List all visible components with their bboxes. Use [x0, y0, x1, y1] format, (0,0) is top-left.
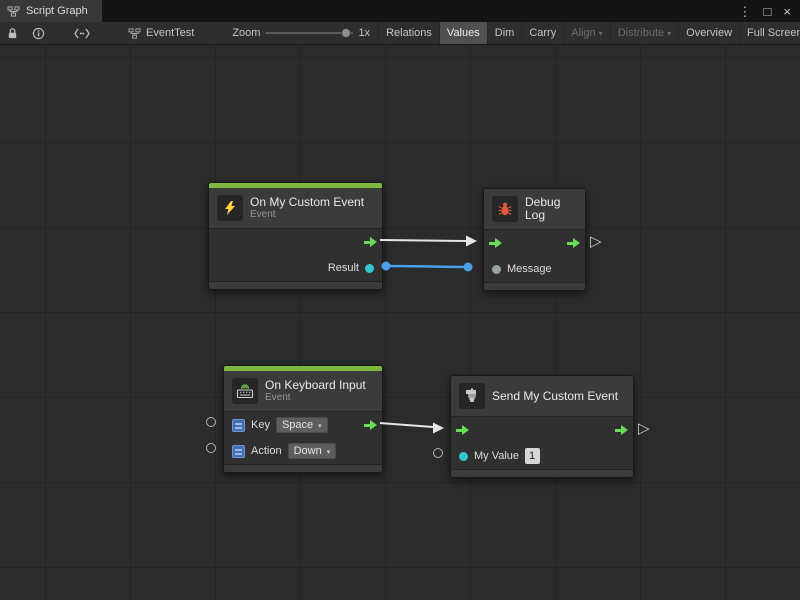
- info-button[interactable]: [25, 22, 52, 44]
- graph-name: EventTest: [146, 27, 194, 39]
- action-dropdown[interactable]: Down ▾: [288, 443, 337, 459]
- value-wire-end-dot: [464, 263, 473, 272]
- chevron-down-icon: ▾: [327, 449, 331, 456]
- message-input-port[interactable]: [492, 265, 501, 274]
- control-output-port[interactable]: [364, 237, 377, 247]
- lock-button[interactable]: [0, 22, 25, 44]
- keyboard-icon: [232, 378, 258, 404]
- zoom-control: Zoom 1x: [224, 22, 378, 44]
- action-port-label: Action: [251, 445, 282, 457]
- window-titlebar: Script Graph ⋮ □ ×: [0, 0, 800, 22]
- key-external-pin[interactable]: [206, 417, 216, 427]
- node-footer: [224, 464, 382, 472]
- port-row: [451, 417, 633, 443]
- control-input-port[interactable]: [489, 238, 502, 248]
- distribute-dropdown[interactable]: Distribute▾: [610, 22, 678, 44]
- key-port-label: Key: [251, 419, 270, 431]
- chevron-down-icon: ▾: [599, 30, 603, 38]
- node-header[interactable]: Send My Custom Event: [451, 376, 633, 417]
- port-row: [484, 230, 585, 256]
- port-row: [209, 229, 382, 255]
- node-debug-log[interactable]: Debug Log Message: [483, 188, 586, 291]
- flow-wire: [380, 423, 433, 427]
- result-port-label: Result: [328, 262, 359, 274]
- graph-toolbar: EventTest Zoom 1x Relations Values Dim C…: [0, 22, 800, 45]
- my-value-input-port[interactable]: [459, 452, 468, 461]
- control-input-port[interactable]: [456, 425, 469, 435]
- connection-wires: [0, 45, 800, 600]
- action-external-pin[interactable]: [206, 443, 216, 453]
- zoom-label: Zoom: [232, 27, 260, 39]
- my-value-input[interactable]: 1: [525, 448, 540, 464]
- control-output-port[interactable]: [364, 420, 377, 430]
- dim-button[interactable]: Dim: [487, 22, 522, 44]
- chevron-down-icon: ▾: [667, 30, 671, 38]
- script-graph-icon: [7, 6, 20, 17]
- align-dropdown[interactable]: Align▾: [563, 22, 609, 44]
- carry-button[interactable]: Carry: [521, 22, 563, 44]
- my-value-external-pin[interactable]: [433, 448, 443, 458]
- graph-asset-icon: [128, 28, 141, 39]
- zoom-value: 1x: [358, 27, 370, 39]
- node-footer: [451, 469, 633, 477]
- my-value-port-label: My Value: [474, 450, 519, 462]
- flow-wire-arrowhead: [466, 236, 477, 247]
- unity-script-graph-window: { "window": { "tab_title": "Script Graph…: [0, 0, 800, 600]
- port-row: My Value 1: [451, 443, 633, 469]
- node-subtitle: Event: [250, 209, 364, 221]
- send-event-continuation-icon: ▷: [638, 421, 650, 436]
- lightning-icon: [217, 195, 243, 221]
- zoom-slider-handle[interactable]: [341, 28, 351, 38]
- port-row: Message: [484, 256, 585, 282]
- graph-canvas[interactable]: On My Custom Event Event Result Debug: [0, 45, 800, 600]
- code-icon: [74, 28, 90, 39]
- node-footer: [209, 281, 382, 289]
- value-wire: [386, 266, 468, 267]
- chevron-down-icon: ▾: [318, 423, 322, 430]
- node-on-keyboard-input[interactable]: On Keyboard Input Event Key Space ▾ Acti…: [223, 365, 383, 473]
- code-preview-button[interactable]: [56, 22, 108, 44]
- bug-icon: [492, 196, 518, 222]
- keycode-enum-icon: [232, 419, 245, 432]
- port-row: Key Space ▾: [224, 412, 382, 438]
- close-icon[interactable]: ×: [783, 5, 791, 18]
- debug-log-continuation-icon: ▷: [590, 234, 602, 249]
- tab-title: Script Graph: [26, 5, 88, 17]
- window-controls: ⋮ □ ×: [739, 0, 800, 22]
- zoom-slider[interactable]: [265, 32, 353, 34]
- control-output-port[interactable]: [567, 238, 580, 248]
- node-title: On My Custom Event: [250, 196, 364, 209]
- key-dropdown[interactable]: Space ▾: [276, 417, 328, 433]
- overview-button[interactable]: Overview: [678, 22, 739, 44]
- node-header[interactable]: On Keyboard Input Event: [224, 371, 382, 412]
- result-output-port[interactable]: [365, 264, 374, 273]
- flow-wire: [380, 240, 466, 241]
- tab-script-graph[interactable]: Script Graph: [0, 0, 102, 22]
- node-subtitle: Event: [265, 392, 366, 404]
- graph-breadcrumb[interactable]: EventTest: [120, 22, 202, 44]
- window-menu-icon[interactable]: ⋮: [739, 5, 752, 18]
- node-title: Send My Custom Event: [492, 390, 618, 403]
- values-button[interactable]: Values: [439, 22, 487, 44]
- node-title: On Keyboard Input: [265, 379, 366, 392]
- node-footer: [484, 282, 585, 290]
- node-header[interactable]: On My Custom Event Event: [209, 188, 382, 229]
- port-row: Result: [209, 255, 382, 281]
- relations-button[interactable]: Relations: [378, 22, 439, 44]
- flow-wire-arrowhead: [433, 423, 444, 434]
- node-send-my-custom-event[interactable]: Send My Custom Event My Value 1: [450, 375, 634, 478]
- fullscreen-button[interactable]: Full Screen: [739, 22, 800, 44]
- lock-icon: [7, 27, 18, 40]
- node-on-my-custom-event[interactable]: On My Custom Event Event Result: [208, 182, 383, 290]
- port-row: Action Down ▾: [224, 438, 382, 464]
- info-icon: [32, 27, 45, 40]
- node-header[interactable]: Debug Log: [484, 189, 585, 230]
- control-output-port[interactable]: [615, 425, 628, 435]
- action-enum-icon: [232, 445, 245, 458]
- toolbar-buttons: Relations Values Dim Carry Align▾ Distri…: [378, 22, 800, 44]
- message-port-label: Message: [507, 263, 552, 275]
- maximize-icon[interactable]: □: [764, 5, 772, 18]
- node-title-line2: Log: [525, 209, 560, 222]
- custom-event-horn-icon: [459, 383, 485, 409]
